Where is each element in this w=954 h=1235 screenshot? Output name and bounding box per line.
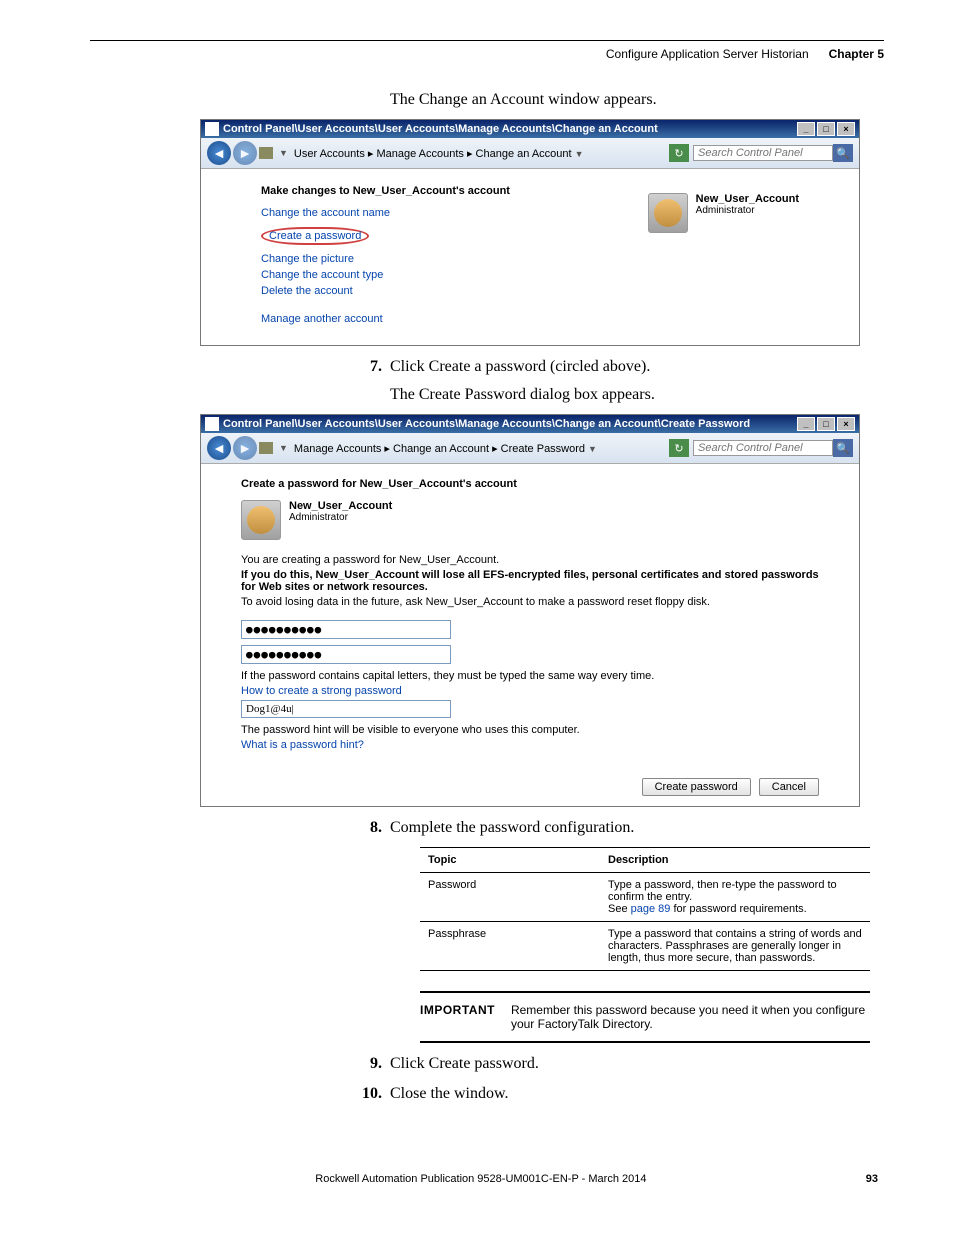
close-button[interactable]: × xyxy=(837,122,855,136)
create-password-window: Control Panel\User Accounts\User Account… xyxy=(200,414,860,807)
create-password-button[interactable]: Create password xyxy=(642,778,751,796)
table-header-row: Topic Description xyxy=(420,848,870,873)
back-button[interactable]: ◄ xyxy=(207,141,231,165)
cell-desc: Type a password, then re-type the passwo… xyxy=(600,873,870,922)
account-name: New_User_Account xyxy=(289,500,392,512)
breadcrumb[interactable]: User Accounts ▸ Manage Accounts ▸ Change… xyxy=(288,147,669,160)
th-description: Description xyxy=(600,848,870,873)
header-title: Configure Application Server Historian xyxy=(606,47,809,61)
account-name: New_User_Account xyxy=(696,193,799,205)
search-input[interactable] xyxy=(693,440,833,456)
create-password-link[interactable]: Create a password xyxy=(261,227,369,245)
avatar xyxy=(241,500,281,540)
cell-topic: Passphrase xyxy=(420,922,600,971)
publication-id: Rockwell Automation Publication 9528-UM0… xyxy=(315,1173,646,1185)
search-icon[interactable]: 🔍 xyxy=(833,144,853,162)
nav-bar: ◄ ► ▼ User Accounts ▸ Manage Accounts ▸ … xyxy=(201,138,859,169)
section-heading: Create a password for New_User_Account's… xyxy=(241,478,819,490)
header-chapter: Chapter 5 xyxy=(829,47,884,61)
delete-account-link[interactable]: Delete the account xyxy=(261,285,608,297)
hint-note: The password hint will be visible to eve… xyxy=(241,724,819,736)
app-icon xyxy=(205,417,219,431)
intro-text-2: The Create Password dialog box appears. xyxy=(390,386,884,404)
important-text: Remember this password because you need … xyxy=(511,1003,870,1031)
page-header: Configure Application Server Historian C… xyxy=(90,47,884,61)
caps-note: If the password contains capital letters… xyxy=(241,670,819,682)
back-button[interactable]: ◄ xyxy=(207,436,231,460)
warning-line: If you do this, New_User_Account will lo… xyxy=(241,569,819,593)
titlebar-text: Control Panel\User Accounts\User Account… xyxy=(223,123,797,135)
forward-button[interactable]: ► xyxy=(233,141,257,165)
avatar xyxy=(648,193,688,233)
minimize-button[interactable]: _ xyxy=(797,122,815,136)
page-footer: Rockwell Automation Publication 9528-UM0… xyxy=(90,1173,884,1185)
hint-input[interactable] xyxy=(241,700,451,718)
minimize-button[interactable]: _ xyxy=(797,417,815,431)
change-name-link[interactable]: Change the account name xyxy=(261,207,608,219)
folder-icon xyxy=(259,147,273,159)
table-row: Passphrase Type a password that contains… xyxy=(420,922,870,971)
manage-another-link[interactable]: Manage another account xyxy=(261,313,608,325)
change-type-link[interactable]: Change the account type xyxy=(261,269,608,281)
step-9: 9. Click Create password. xyxy=(360,1055,884,1073)
refresh-icon[interactable]: ↻ xyxy=(669,439,689,457)
info-line: You are creating a password for New_User… xyxy=(241,554,819,566)
confirm-password-input[interactable] xyxy=(241,645,451,664)
nav-bar: ◄ ► ▼ Manage Accounts ▸ Change an Accoun… xyxy=(201,433,859,464)
dropdown-arrow-icon[interactable]: ▼ xyxy=(279,148,288,158)
account-role: Administrator xyxy=(289,512,392,523)
important-callout: IMPORTANT Remember this password because… xyxy=(420,991,870,1043)
page-link[interactable]: page 89 xyxy=(631,903,671,915)
cell-desc: Type a password that contains a string o… xyxy=(600,922,870,971)
folder-icon xyxy=(259,442,273,454)
forward-button[interactable]: ► xyxy=(233,436,257,460)
search-icon[interactable]: 🔍 xyxy=(833,439,853,457)
cancel-button[interactable]: Cancel xyxy=(759,778,819,796)
account-card: New_User_Account Administrator xyxy=(241,500,819,540)
table-row: Password Type a password, then re-type t… xyxy=(420,873,870,922)
breadcrumb[interactable]: Manage Accounts ▸ Change an Account ▸ Cr… xyxy=(288,442,669,455)
header-rule xyxy=(90,40,884,41)
important-label: IMPORTANT xyxy=(420,1003,495,1031)
page-number: 93 xyxy=(866,1173,878,1185)
config-table: Topic Description Password Type a passwo… xyxy=(420,847,870,971)
step-7: 7. Click Create a password (circled abov… xyxy=(360,358,884,376)
step-10: 10. Close the window. xyxy=(360,1085,884,1103)
refresh-icon[interactable]: ↻ xyxy=(669,144,689,162)
titlebar-text: Control Panel\User Accounts\User Account… xyxy=(223,418,797,430)
step-8: 8. Complete the password configuration. xyxy=(360,819,884,837)
strong-password-link[interactable]: How to create a strong password xyxy=(241,685,819,697)
titlebar: Control Panel\User Accounts\User Account… xyxy=(201,120,859,138)
intro-text-1: The Change an Account window appears. xyxy=(390,91,884,109)
search-input[interactable] xyxy=(693,145,833,161)
close-button[interactable]: × xyxy=(837,417,855,431)
password-input[interactable] xyxy=(241,620,451,639)
account-card: New_User_Account Administrator xyxy=(648,193,799,329)
dropdown-arrow-icon[interactable]: ▼ xyxy=(279,443,288,453)
advice-line: To avoid losing data in the future, ask … xyxy=(241,596,819,608)
maximize-button[interactable]: □ xyxy=(817,417,835,431)
change-picture-link[interactable]: Change the picture xyxy=(261,253,608,265)
account-role: Administrator xyxy=(696,205,799,216)
change-account-window: Control Panel\User Accounts\User Account… xyxy=(200,119,860,346)
th-topic: Topic xyxy=(420,848,600,873)
titlebar: Control Panel\User Accounts\User Account… xyxy=(201,415,859,433)
section-heading: Make changes to New_User_Account's accou… xyxy=(261,185,608,197)
maximize-button[interactable]: □ xyxy=(817,122,835,136)
password-hint-link[interactable]: What is a password hint? xyxy=(241,739,819,751)
cell-topic: Password xyxy=(420,873,600,922)
app-icon xyxy=(205,122,219,136)
